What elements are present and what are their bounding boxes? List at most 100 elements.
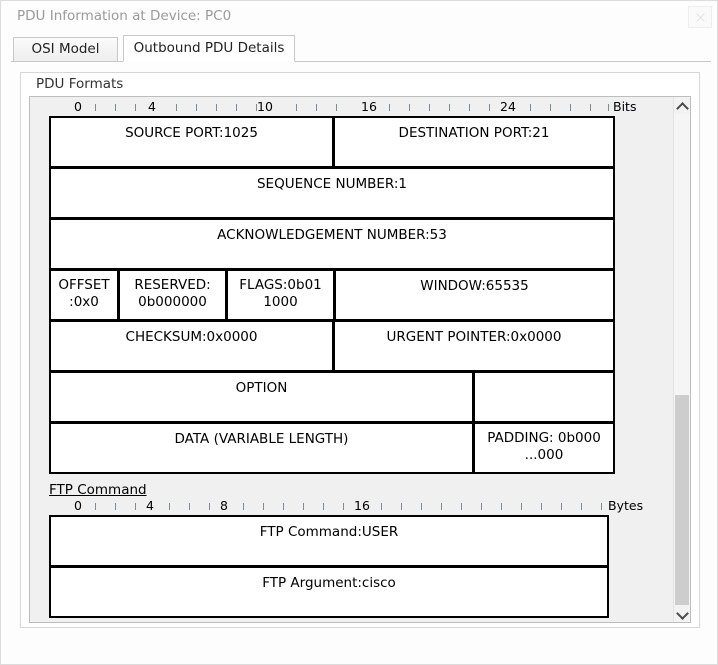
close-icon — [689, 7, 711, 27]
field-ftp-argument: FTP Argument:cisco — [49, 566, 609, 618]
ruler-tick — [561, 503, 562, 510]
bits-ruler: 0 4 10 16 24 Bits — [30, 99, 675, 116]
field-option-right — [473, 371, 615, 423]
field-flags-line1: FLAGS:0b01 — [239, 277, 322, 293]
bytes-ruler-label-8: 8 — [220, 498, 228, 513]
ruler-tick — [389, 104, 390, 111]
ruler-tick — [135, 503, 136, 510]
bytes-ruler-label-0: 0 — [74, 498, 82, 513]
field-offset: OFFSET :0x0 — [49, 269, 119, 321]
pdu-diagram-canvas: 0 4 10 16 24 Bits SOURCE PORT:1025 DESTI… — [30, 97, 675, 622]
ruler-tick — [401, 503, 402, 510]
vertical-scrollbar[interactable] — [673, 97, 690, 622]
bytes-ruler-label-16: 16 — [354, 498, 370, 513]
scrollbar-track[interactable] — [674, 114, 690, 607]
chevron-up-icon — [676, 102, 689, 115]
pdu-information-window: PDU Information at Device: PC0 OSI Model… — [0, 0, 718, 665]
field-sequence-number: SEQUENCE NUMBER:1 — [49, 167, 615, 219]
ruler-tick — [381, 503, 382, 510]
ruler-tick — [115, 104, 116, 111]
tab-outbound-pdu-details[interactable]: Outbound PDU Details — [123, 35, 295, 62]
ruler-tick — [608, 104, 609, 111]
ruler-tick — [469, 104, 470, 111]
ruler-tick — [189, 503, 190, 510]
ruler-tick — [409, 104, 410, 111]
field-ftp-command: FTP Command:USER — [49, 515, 609, 567]
ruler-tick — [550, 104, 551, 111]
field-reserved-line1: RESERVED: — [134, 277, 211, 293]
scroll-up-button[interactable] — [674, 97, 690, 115]
ftp-command-section-title: FTP Command — [49, 482, 147, 498]
field-source-port: SOURCE PORT:1025 — [49, 116, 334, 168]
chevron-down-icon — [676, 607, 689, 620]
ruler-tick — [95, 104, 96, 111]
ruler-tick — [336, 104, 337, 111]
bits-ruler-label-10: 10 — [257, 99, 273, 114]
field-checksum: CHECKSUM:0x0000 — [49, 320, 334, 372]
ruler-tick — [441, 503, 442, 510]
bytes-ruler-unit: Bytes — [608, 498, 644, 513]
bits-ruler-unit: Bits — [613, 99, 637, 114]
ruler-tick — [115, 503, 116, 510]
ruler-tick — [521, 503, 522, 510]
field-padding-line2: ...000 — [524, 447, 564, 463]
close-button[interactable] — [688, 6, 712, 28]
ruler-tick — [95, 503, 96, 510]
ruler-tick — [283, 503, 284, 510]
tab-strip: OSI Model Outbound PDU Details — [1, 32, 717, 62]
bits-ruler-label-16: 16 — [361, 99, 377, 114]
field-padding: PADDING: 0b000 ...000 — [473, 422, 615, 474]
ruler-tick — [461, 503, 462, 510]
field-reserved: RESERVED: 0b000000 — [118, 269, 227, 321]
ruler-tick — [243, 503, 244, 510]
window-titlebar: PDU Information at Device: PC0 — [1, 1, 717, 32]
ruler-tick — [489, 104, 490, 111]
field-flags-line2: 1000 — [263, 294, 298, 310]
bits-ruler-label-24: 24 — [500, 99, 516, 114]
ruler-tick — [209, 503, 210, 510]
ruler-tick — [135, 104, 136, 111]
ruler-tick — [296, 104, 297, 111]
ruler-tick — [176, 104, 177, 111]
field-option: OPTION — [49, 371, 474, 423]
field-padding-line1: PADDING: 0b000 — [487, 430, 601, 446]
bytes-ruler-label-4: 4 — [146, 498, 154, 513]
window-title: PDU Information at Device: PC0 — [17, 8, 232, 24]
bytes-ruler: 0 4 8 16 Bytes — [30, 498, 675, 515]
ruler-tick — [570, 104, 571, 111]
ruler-tick — [216, 104, 217, 111]
field-flags: FLAGS:0b01 1000 — [226, 269, 335, 321]
field-data: DATA (VARIABLE LENGTH) — [49, 422, 474, 474]
field-urgent-pointer: URGENT POINTER:0x0000 — [333, 320, 615, 372]
ruler-tick — [541, 503, 542, 510]
field-offset-line2: :0x0 — [69, 294, 99, 310]
ruler-tick — [343, 503, 344, 510]
ruler-tick — [169, 503, 170, 510]
bits-ruler-label-4: 4 — [148, 99, 156, 114]
field-window: WINDOW:65535 — [334, 269, 615, 321]
scrollbar-thumb[interactable] — [675, 395, 689, 607]
ruler-tick — [316, 104, 317, 111]
ruler-tick — [263, 503, 264, 510]
pdu-formats-legend: PDU Formats — [31, 76, 129, 92]
ruler-tick — [590, 104, 591, 111]
ruler-tick — [303, 503, 304, 510]
tab-osi-model[interactable]: OSI Model — [13, 37, 118, 62]
ruler-tick — [601, 503, 602, 510]
ruler-tick — [449, 104, 450, 111]
scroll-down-button[interactable] — [674, 605, 690, 622]
field-offset-line1: OFFSET — [58, 277, 110, 293]
bits-ruler-label-0: 0 — [74, 99, 82, 114]
field-destination-port: DESTINATION PORT:21 — [333, 116, 615, 168]
ruler-tick — [530, 104, 531, 111]
field-reserved-line2: 0b000000 — [138, 294, 207, 310]
pdu-formats-scrollpane[interactable]: 0 4 10 16 24 Bits SOURCE PORT:1025 DESTI… — [29, 96, 691, 623]
ruler-tick — [481, 503, 482, 510]
ruler-tick — [236, 104, 237, 111]
ruler-tick — [196, 104, 197, 111]
ruler-tick — [429, 104, 430, 111]
ruler-tick — [421, 503, 422, 510]
ruler-tick — [323, 503, 324, 510]
field-acknowledgement-number: ACKNOWLEDGEMENT NUMBER:53 — [49, 218, 615, 270]
ruler-tick — [501, 503, 502, 510]
